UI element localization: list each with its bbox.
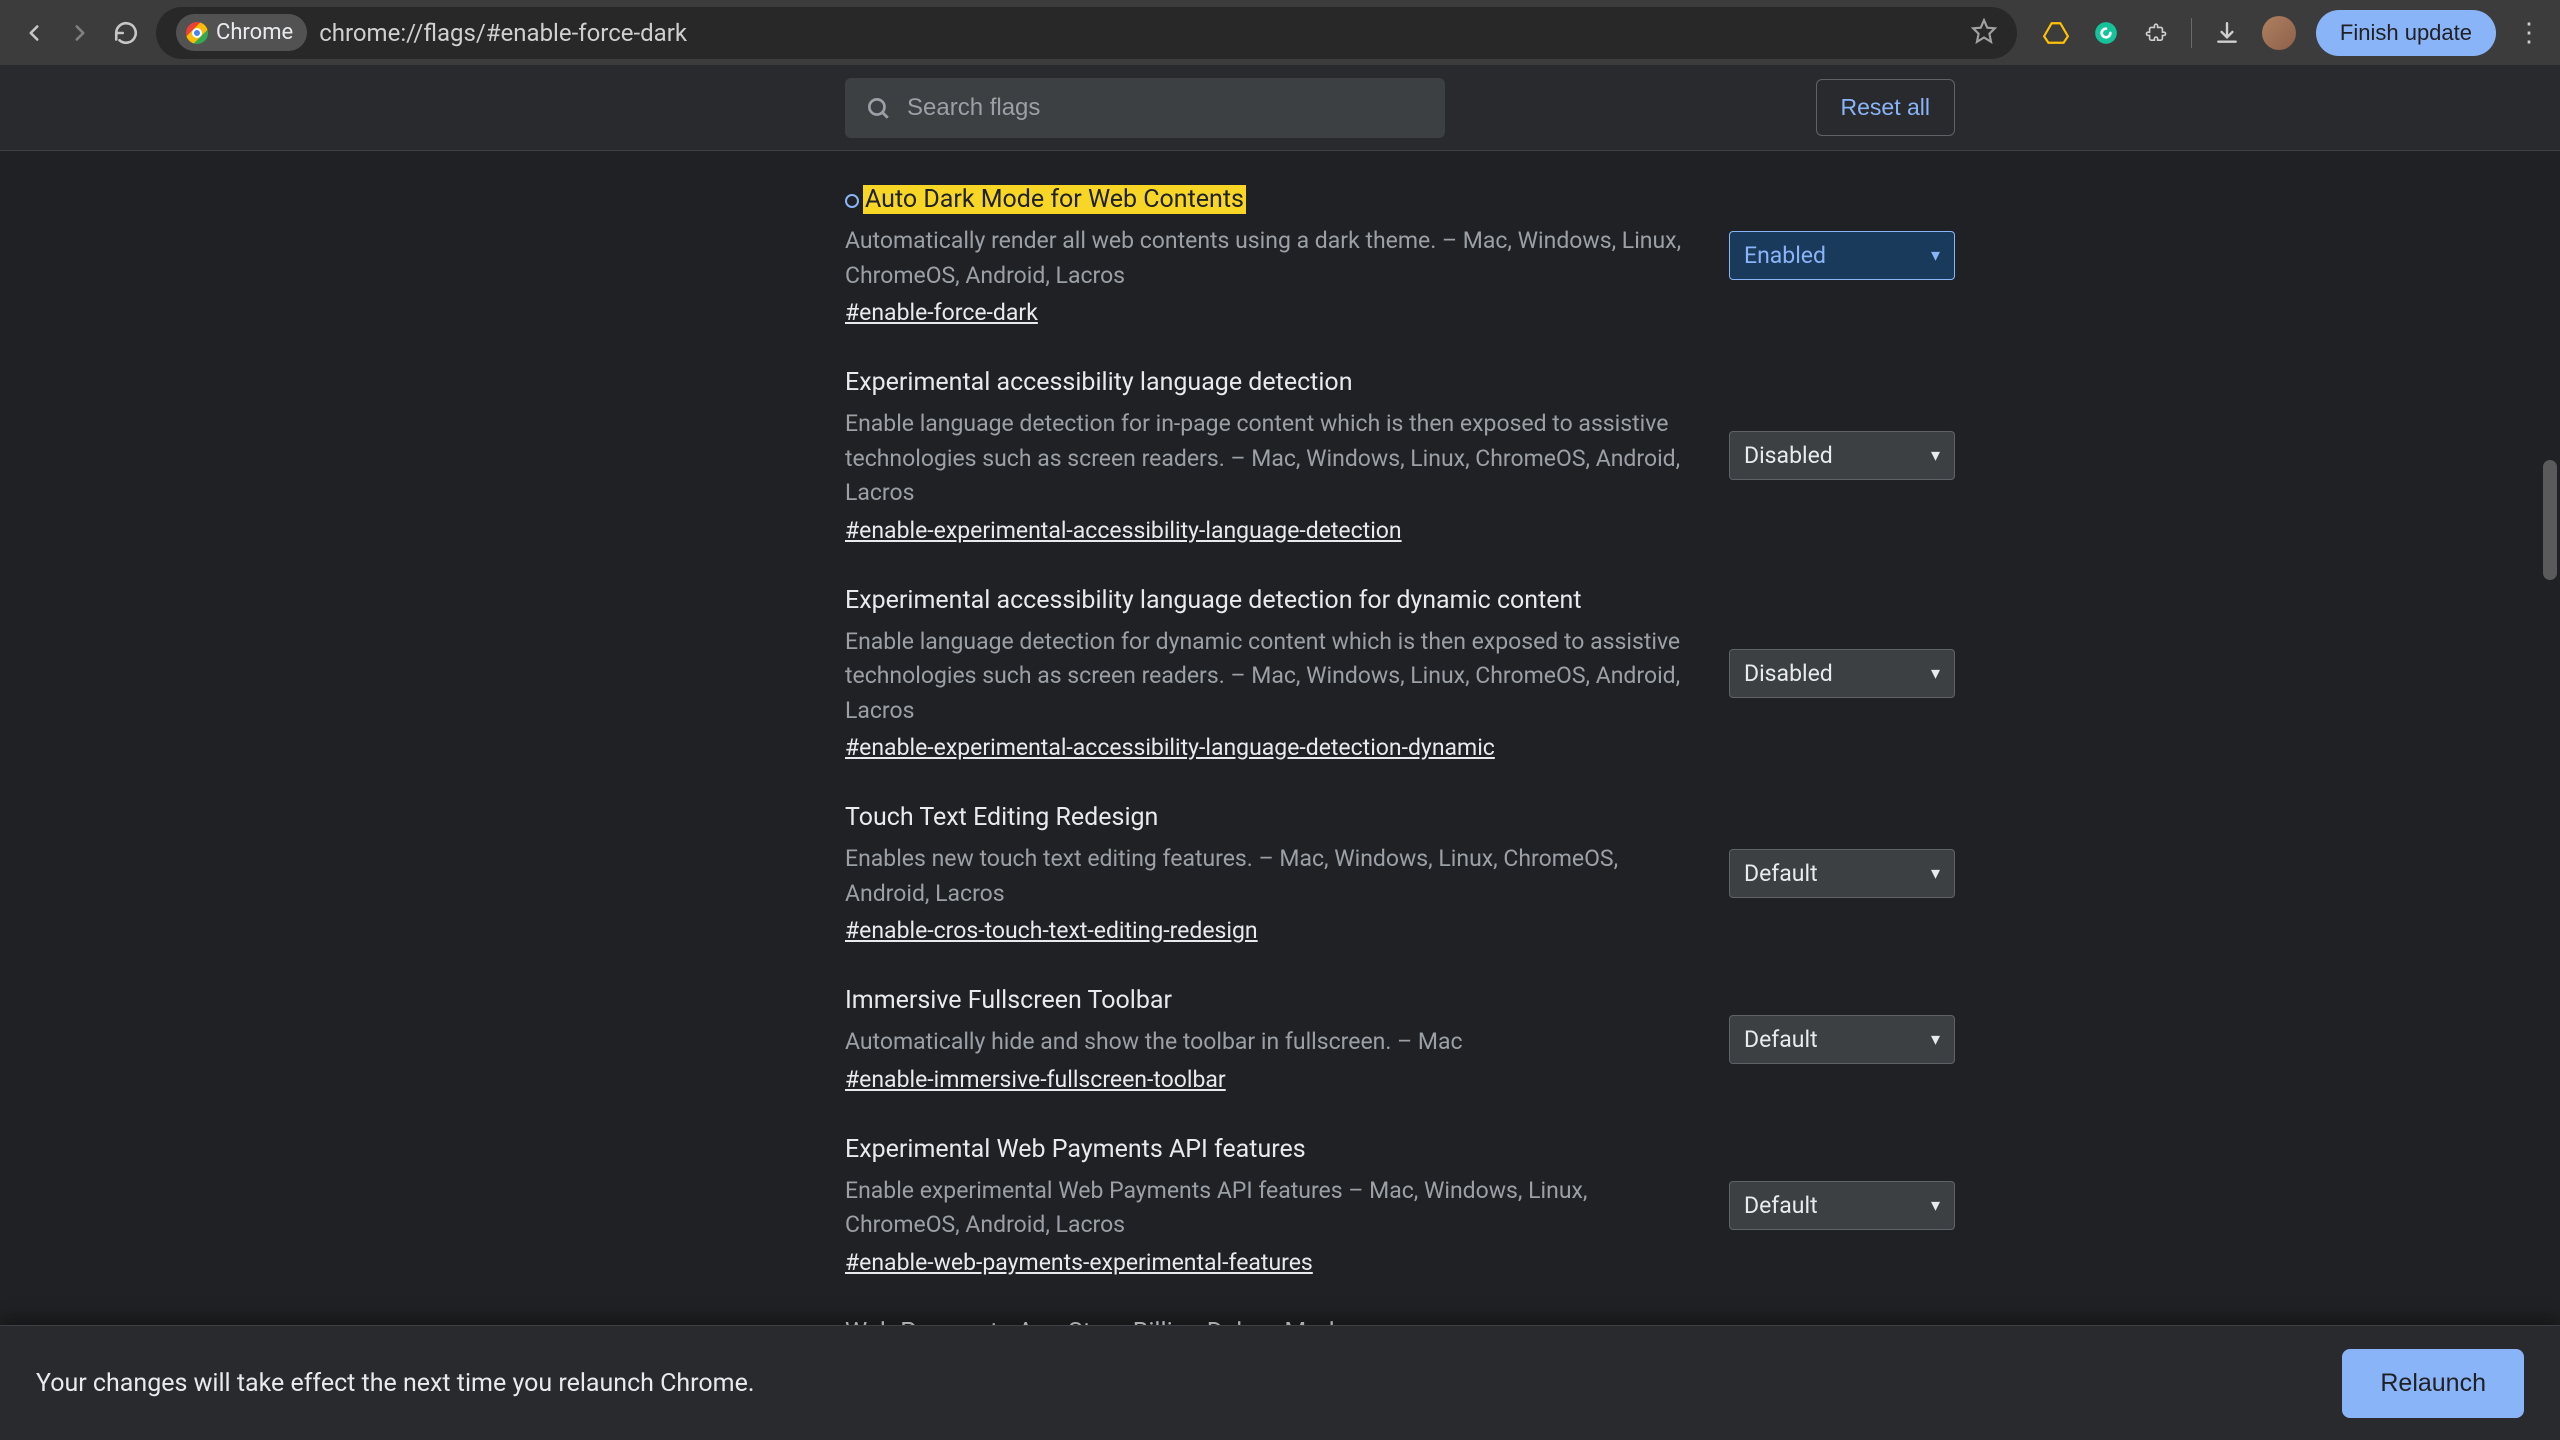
search-icon [865,95,891,121]
flag-select-value: Default [1744,860,1818,887]
chevron-down-icon: ▾ [1931,445,1940,466]
menu-icon[interactable]: ⋮ [2516,20,2542,46]
back-button[interactable] [18,17,50,49]
flag-title: Experimental Web Payments API features [845,1135,1306,1164]
toolbar-right: Finish update ⋮ [2041,10,2542,56]
finish-update-button[interactable]: Finish update [2316,10,2496,56]
flag-hash-link[interactable]: #enable-web-payments-experimental-featur… [845,1249,1313,1276]
flag-select[interactable]: Default ▾ [1729,1181,1955,1230]
search-flags-input[interactable] [907,94,1425,122]
modified-dot-icon [845,194,859,208]
flag-hash-link[interactable]: #enable-experimental-accessibility-langu… [845,517,1402,544]
flag-description: Enables new touch text editing features.… [845,842,1699,911]
flag-select[interactable]: Default ▾ [1729,1015,1955,1064]
browser-toolbar: Chrome chrome://flags/#enable-force-dark… [0,0,2560,65]
flag-row: Experimental accessibility language dete… [845,570,1955,788]
flag-select[interactable]: Disabled ▾ [1729,431,1955,480]
downloads-icon[interactable] [2212,18,2242,48]
flag-title: Experimental accessibility language dete… [845,586,1582,615]
chevron-down-icon: ▾ [1931,863,1940,884]
flag-title: Experimental accessibility language dete… [845,368,1353,397]
chevron-down-icon: ▾ [1931,663,1940,684]
url-text: chrome://flags/#enable-force-dark [319,19,687,47]
flag-description: Enable language detection for dynamic co… [845,625,1699,729]
chevron-down-icon: ▾ [1931,245,1940,266]
flag-row: Experimental Web Payments API features En… [845,1119,1955,1302]
flag-row: Auto Dark Mode for Web Contents Automatic… [845,169,1955,352]
site-chip-label: Chrome [216,20,293,45]
chevron-down-icon: ▾ [1931,1029,1940,1050]
flag-select-value: Disabled [1744,442,1833,469]
grammarly-icon[interactable] [2091,18,2121,48]
chrome-icon [186,22,208,44]
chevron-down-icon: ▾ [1931,1195,1940,1216]
flag-hash-link[interactable]: #enable-experimental-accessibility-langu… [845,734,1495,761]
flag-description: Automatically render all web contents us… [845,224,1699,293]
site-chip[interactable]: Chrome [176,14,307,51]
flag-select[interactable]: Default ▾ [1729,849,1955,898]
forward-button[interactable] [64,17,96,49]
flag-row: Immersive Fullscreen Toolbar Automaticall… [845,970,1955,1119]
search-flags-wrap[interactable] [845,78,1445,138]
flag-hash-link[interactable]: #enable-immersive-fullscreen-toolbar [845,1066,1226,1093]
address-bar[interactable]: Chrome chrome://flags/#enable-force-dark [156,7,2017,59]
flag-select[interactable]: Disabled ▾ [1729,649,1955,698]
divider [2191,18,2192,48]
flag-title: Touch Text Editing Redesign [845,803,1158,832]
bookmark-star-icon[interactable] [1971,18,1997,48]
flag-title: Web Payments App Store Billing Debug Mod… [845,1318,1348,1326]
flag-select-value: Enabled [1744,242,1826,269]
flag-title: Immersive Fullscreen Toolbar [845,986,1172,1015]
flag-select-value: Default [1744,1192,1818,1219]
flag-row: Web Payments App Store Billing Debug Mod… [845,1302,1955,1326]
flag-description: Automatically hide and show the toolbar … [845,1025,1699,1060]
reset-all-button[interactable]: Reset all [1816,79,1955,136]
restart-bar: Your changes will take effect the next t… [0,1325,2560,1440]
flags-header: Reset all [0,65,2560,151]
flag-title: Auto Dark Mode for Web Contents [863,185,1246,214]
flag-select[interactable]: Enabled ▾ [1729,231,1955,280]
flag-select-value: Disabled [1744,660,1833,687]
scrollbar-thumb[interactable] [2543,460,2557,580]
reload-button[interactable] [110,17,142,49]
flag-row: Touch Text Editing Redesign Enables new t… [845,787,1955,970]
restart-message: Your changes will take effect the next t… [36,1369,754,1398]
drive-icon[interactable] [2041,18,2071,48]
relaunch-button[interactable]: Relaunch [2342,1349,2524,1418]
flag-hash-link[interactable]: #enable-force-dark [845,299,1038,326]
flag-row: Experimental accessibility language dete… [845,352,1955,570]
flags-list: Auto Dark Mode for Web Contents Automatic… [845,151,1955,1325]
flag-hash-link[interactable]: #enable-cros-touch-text-editing-redesign [845,917,1258,944]
profile-avatar[interactable] [2262,16,2296,50]
flag-select-value: Default [1744,1026,1818,1053]
flag-description: Enable language detection for in-page co… [845,407,1699,511]
extensions-icon[interactable] [2141,18,2171,48]
flag-description: Enable experimental Web Payments API fea… [845,1174,1699,1243]
